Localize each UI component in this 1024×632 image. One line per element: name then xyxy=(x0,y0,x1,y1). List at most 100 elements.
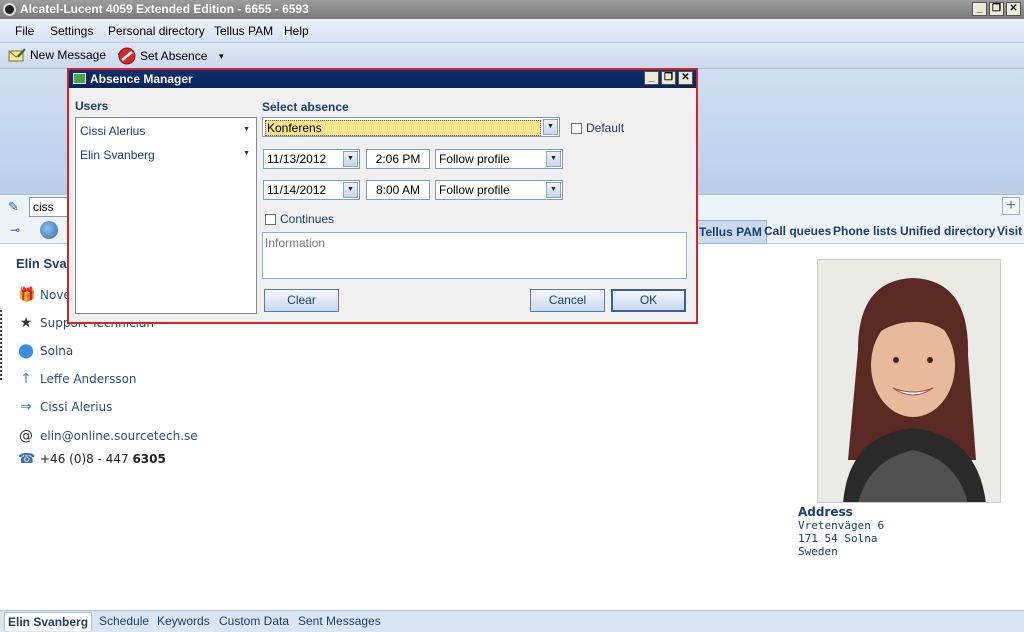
minimize-button[interactable]: _ xyxy=(972,2,987,16)
set-absence-button[interactable]: Set Absence ▼ xyxy=(118,47,225,65)
user-item[interactable]: Elin Svanberg ▼ xyxy=(80,148,252,162)
set-absence-label: Set Absence xyxy=(140,49,208,63)
start-time-field[interactable]: 2:06 PM xyxy=(366,149,430,169)
star-icon: ★ xyxy=(19,315,33,331)
users-label: Users xyxy=(75,99,109,113)
chevron-down-icon[interactable]: ▼ xyxy=(546,182,561,198)
clear-button[interactable]: Clear xyxy=(264,289,339,312)
end-profile-value: Follow profile xyxy=(439,183,510,197)
contact-photo xyxy=(817,259,1001,503)
dialog-title: Absence Manager xyxy=(90,72,193,86)
address-postal: 171 54 Solna xyxy=(798,532,878,545)
chevron-down-icon[interactable]: ▼ xyxy=(243,126,250,133)
tab-schedule[interactable]: Schedule xyxy=(99,614,149,628)
email-text[interactable]: elin@online.sourcetech.se xyxy=(40,429,198,443)
chevron-down-icon[interactable]: ▼ xyxy=(543,119,558,135)
default-checkbox[interactable]: Default xyxy=(571,121,624,135)
start-profile-value: Follow profile xyxy=(439,152,510,166)
no-entry-icon xyxy=(118,47,136,65)
absence-manager-dialog: Absence Manager _ ❐ ✕ Users Cissi Aleriu… xyxy=(67,68,698,324)
continues-checkbox[interactable]: Continues xyxy=(265,212,334,226)
cancel-button[interactable]: Cancel xyxy=(530,289,605,312)
dialog-minimize-button[interactable]: _ xyxy=(644,71,659,85)
menu-tellus-pam[interactable]: Tellus PAM xyxy=(214,24,273,38)
menu-personal-directory[interactable]: Personal directory xyxy=(108,24,205,38)
location-text: Solna xyxy=(40,344,74,358)
pin-icon[interactable]: ⊸ xyxy=(10,223,20,237)
tab-unified-directory[interactable]: Unified directory xyxy=(900,224,995,238)
start-date-picker[interactable]: 11/13/2012 ▼ xyxy=(263,149,360,169)
menu-help[interactable]: Help xyxy=(284,24,309,38)
tab-keywords[interactable]: Keywords xyxy=(157,614,210,628)
maximize-button[interactable]: ❐ xyxy=(989,2,1004,16)
checkbox-box[interactable] xyxy=(265,213,276,225)
user-name: Elin Svanberg xyxy=(80,148,155,162)
tab-custom-data[interactable]: Custom Data xyxy=(219,614,289,628)
assistant-row: ⇒ Cissi Alerius xyxy=(18,399,112,415)
search-pin-icon[interactable]: ✎ xyxy=(8,199,19,215)
address-country: Sweden xyxy=(798,545,838,558)
end-time-field[interactable]: 8:00 AM xyxy=(366,180,430,200)
tab-tellus-pam[interactable]: Tellus PAM xyxy=(694,220,767,244)
menu-file[interactable]: File xyxy=(15,24,34,38)
tab-phone-lists[interactable]: Phone lists xyxy=(833,224,897,238)
email-row: @ elin@online.sourcetech.se xyxy=(18,428,198,444)
tab-contact[interactable]: Elin Svanberg xyxy=(4,612,93,631)
absence-type-value: Konferens xyxy=(265,120,541,136)
end-date-value: 11/14/2012 xyxy=(267,183,327,197)
chevron-down-icon[interactable]: ▼ xyxy=(343,182,358,198)
start-profile-select[interactable]: Follow profile ▼ xyxy=(435,149,563,169)
dialog-maximize-button[interactable]: ❐ xyxy=(661,71,676,85)
user-name: Cissi Alerius xyxy=(80,124,146,138)
information-textarea[interactable]: Information xyxy=(262,232,687,279)
phone-prefix: +46 (0)8 - 447 xyxy=(40,452,133,466)
start-date-value: 11/13/2012 xyxy=(267,152,327,166)
manager-text[interactable]: Leffe Andersson xyxy=(40,372,137,386)
address-street: Vretenvägen 6 xyxy=(798,519,885,532)
chevron-down-icon[interactable]: ▼ xyxy=(243,150,250,157)
bottom-tab-bar: Elin Svanberg Schedule Keywords Custom D… xyxy=(0,610,1024,632)
chevron-down-icon[interactable]: ▼ xyxy=(217,52,225,61)
add-icon[interactable]: + xyxy=(1002,197,1020,215)
chevron-down-icon[interactable]: ▼ xyxy=(546,151,561,167)
location-pin-icon: ⬤ xyxy=(18,343,34,359)
end-profile-select[interactable]: Follow profile ▼ xyxy=(435,180,563,200)
tab-sent-messages[interactable]: Sent Messages xyxy=(298,614,381,628)
tab-call-queues[interactable]: Call queues xyxy=(764,224,831,238)
new-message-label: New Message xyxy=(30,48,107,62)
menu-settings[interactable]: Settings xyxy=(50,24,93,38)
birthday-row: 🎁 Nove xyxy=(18,287,71,303)
user-item[interactable]: Cissi Alerius ▼ xyxy=(80,124,252,138)
information-placeholder: Information xyxy=(265,236,326,250)
globe-icon[interactable] xyxy=(40,221,58,239)
window-title: Alcatel-Lucent 4059 Extended Edition - 6… xyxy=(20,2,309,16)
tab-visit[interactable]: Visit xyxy=(997,224,1022,238)
envelope-pencil-icon xyxy=(8,48,26,62)
phone-row: ☎ +46 (0)8 - 447 6305 xyxy=(18,451,166,467)
dialog-close-button[interactable]: ✕ xyxy=(678,71,693,85)
contact-name: Elin Sva xyxy=(16,256,67,271)
splitter-handle[interactable] xyxy=(0,310,3,380)
phone-number[interactable]: +46 (0)8 - 447 6305 xyxy=(40,452,166,466)
toolbar: New Message ▼ Set Absence ▼ xyxy=(0,43,1024,69)
window-title-bar: Alcatel-Lucent 4059 Extended Edition - 6… xyxy=(0,0,1024,19)
arrow-up-icon: ↑ xyxy=(20,371,32,387)
chevron-down-icon[interactable]: ▼ xyxy=(343,151,358,167)
users-list[interactable]: Cissi Alerius ▼ Elin Svanberg ▼ xyxy=(75,117,257,314)
ok-button[interactable]: OK xyxy=(611,289,686,312)
menu-bar: File Settings Personal directory Tellus … xyxy=(0,19,1024,43)
close-button[interactable]: ✕ xyxy=(1006,2,1021,16)
checkbox-box[interactable] xyxy=(571,122,582,134)
assistant-text[interactable]: Cissi Alerius xyxy=(40,400,112,414)
portrait-image xyxy=(818,260,1000,502)
dialog-title-bar[interactable]: Absence Manager _ ❐ ✕ xyxy=(69,70,696,88)
end-date-picker[interactable]: 11/14/2012 ▼ xyxy=(263,180,360,200)
default-label: Default xyxy=(586,121,625,135)
location-row: ⬤ Solna xyxy=(18,343,73,359)
phone-icon: ☎ xyxy=(18,451,36,467)
at-icon: @ xyxy=(19,428,33,444)
new-message-button[interactable]: New Message ▼ xyxy=(8,47,124,63)
gift-icon: 🎁 xyxy=(18,287,36,303)
select-absence-label: Select absence xyxy=(262,100,349,114)
absence-type-select[interactable]: Konferens ▼ xyxy=(262,117,560,137)
